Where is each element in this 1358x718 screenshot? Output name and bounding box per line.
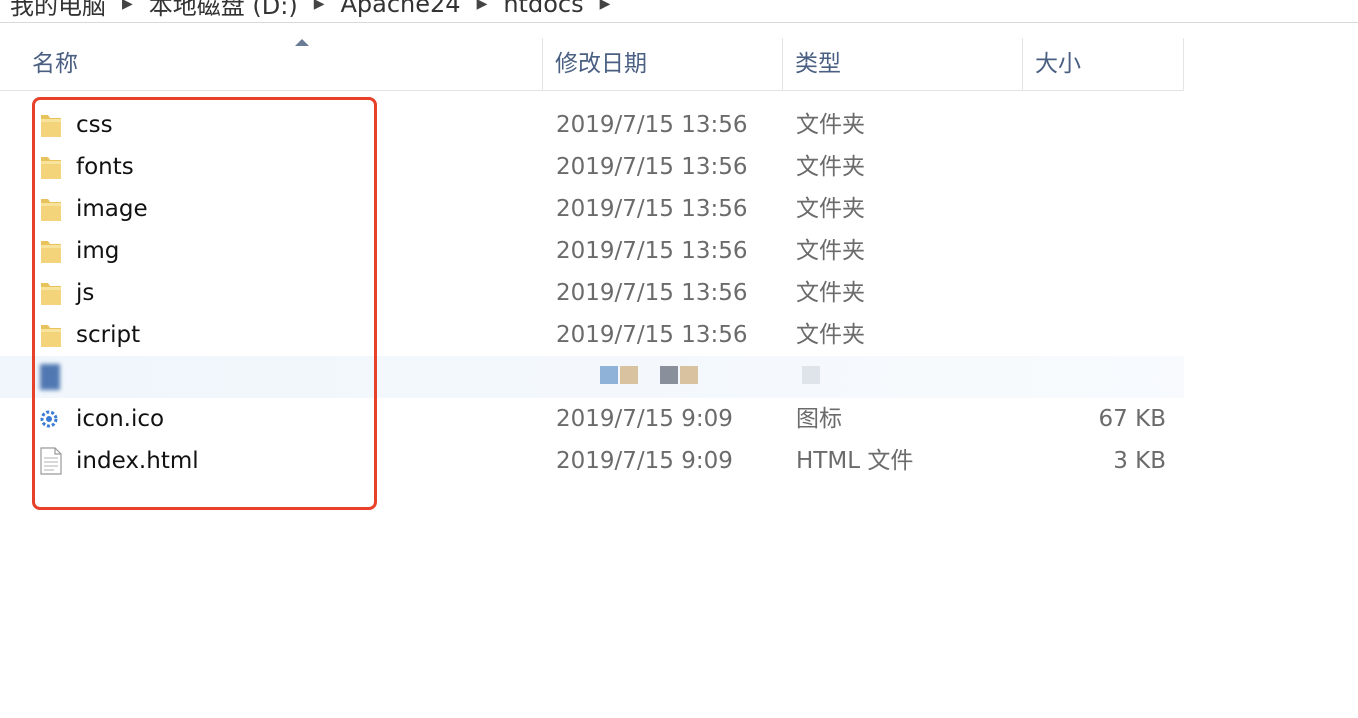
folder-icon	[41, 115, 61, 137]
column-type[interactable]: 类型	[783, 38, 1023, 90]
file-name: index.html	[76, 448, 199, 474]
column-modified[interactable]: 修改日期	[543, 38, 783, 90]
html-file-icon	[40, 447, 62, 475]
file-name: image	[76, 196, 148, 222]
breadcrumb-chevron-icon[interactable]: ▶	[471, 0, 494, 12]
file-type: 文件夹	[796, 196, 865, 222]
column-type-label: 类型	[795, 51, 841, 77]
file-type: HTML 文件	[796, 448, 914, 474]
file-name: img	[76, 238, 120, 264]
column-size[interactable]: 大小	[1023, 38, 1184, 90]
redacted-block	[660, 366, 678, 384]
file-row-redacted[interactable]	[0, 356, 1184, 398]
file-list: css 2019/7/15 13:56 文件夹 fonts 2019/7/15 …	[0, 104, 1184, 482]
column-size-label: 大小	[1035, 51, 1081, 77]
breadcrumb: 我的电脑 ▶ 本地磁盘 (D:) ▶ Apache24 ▶ htdocs ▶	[0, 0, 1358, 23]
file-modified: 2019/7/15 13:56	[556, 322, 748, 348]
file-modified: 2019/7/15 13:56	[556, 154, 748, 180]
file-row-css[interactable]: css 2019/7/15 13:56 文件夹	[0, 104, 1184, 146]
file-type: 图标	[796, 406, 842, 432]
breadcrumb-item-htdocs[interactable]: htdocs	[493, 0, 593, 18]
file-row-icon-ico[interactable]: icon.ico 2019/7/15 9:09 图标 67 KB	[0, 398, 1184, 440]
file-modified: 2019/7/15 9:09	[556, 406, 733, 432]
folder-icon	[41, 241, 61, 263]
file-size: 67 KB	[1098, 406, 1166, 432]
file-type: 文件夹	[796, 112, 865, 138]
file-modified: 2019/7/15 13:56	[556, 196, 748, 222]
folder-icon	[41, 283, 61, 305]
file-row-img[interactable]: img 2019/7/15 13:56 文件夹	[0, 230, 1184, 272]
file-row-script[interactable]: script 2019/7/15 13:56 文件夹	[0, 314, 1184, 356]
file-row-index-html[interactable]: index.html 2019/7/15 9:09 HTML 文件 3 KB	[0, 440, 1184, 482]
breadcrumb-item-computer[interactable]: 我的电脑	[0, 0, 116, 21]
column-header: 名称 修改日期 类型 大小	[0, 38, 1184, 91]
file-type: 文件夹	[796, 154, 865, 180]
blurred-file-icon	[40, 364, 60, 390]
redacted-block	[620, 366, 638, 384]
file-row-js[interactable]: js 2019/7/15 13:56 文件夹	[0, 272, 1184, 314]
folder-icon	[41, 157, 61, 179]
redacted-block	[600, 366, 618, 384]
file-name: script	[76, 322, 141, 348]
file-name: icon.ico	[76, 406, 165, 432]
breadcrumb-chevron-icon[interactable]: ▶	[308, 0, 331, 12]
folder-icon	[41, 199, 61, 221]
file-modified: 2019/7/15 13:56	[556, 112, 748, 138]
file-row-fonts[interactable]: fonts 2019/7/15 13:56 文件夹	[0, 146, 1184, 188]
file-type: 文件夹	[796, 238, 865, 264]
file-row-image[interactable]: image 2019/7/15 13:56 文件夹	[0, 188, 1184, 230]
file-type: 文件夹	[796, 280, 865, 306]
redacted-block	[802, 366, 820, 384]
ico-file-icon	[40, 410, 58, 428]
breadcrumb-item-apache[interactable]: Apache24	[330, 0, 470, 18]
breadcrumb-chevron-icon[interactable]: ▶	[116, 0, 139, 12]
file-modified: 2019/7/15 9:09	[556, 448, 733, 474]
breadcrumb-chevron-icon[interactable]: ▶	[594, 0, 617, 12]
column-name-label: 名称	[32, 51, 78, 77]
file-name: js	[76, 280, 95, 306]
file-name: fonts	[76, 154, 134, 180]
sort-ascending-icon	[295, 39, 309, 46]
file-size: 3 KB	[1113, 448, 1166, 474]
file-modified: 2019/7/15 13:56	[556, 238, 748, 264]
column-name[interactable]: 名称	[20, 38, 543, 90]
file-name: css	[76, 112, 113, 138]
file-type: 文件夹	[796, 322, 865, 348]
column-modified-label: 修改日期	[555, 51, 647, 77]
folder-icon	[41, 325, 61, 347]
file-modified: 2019/7/15 13:56	[556, 280, 748, 306]
breadcrumb-item-drive[interactable]: 本地磁盘 (D:)	[139, 0, 308, 21]
redacted-block	[680, 366, 698, 384]
